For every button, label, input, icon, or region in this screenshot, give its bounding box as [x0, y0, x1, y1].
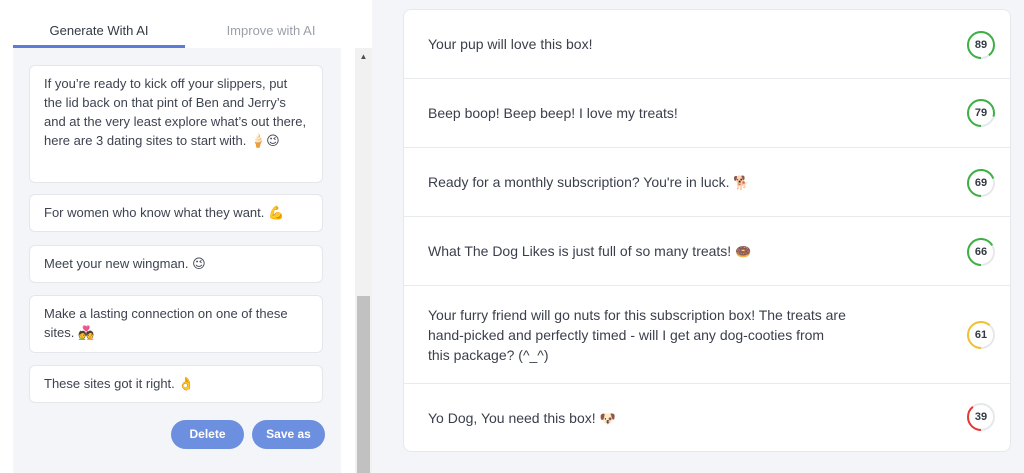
generated-card[interactable]: If you’re ready to kick off your slipper…	[29, 65, 323, 183]
card-emoji: 😉	[192, 257, 206, 272]
card-emoji: 🍦😉	[249, 134, 280, 149]
save-as-button[interactable]: Save as	[252, 420, 325, 449]
card-text: For women who know what they want.	[44, 205, 265, 220]
result-row[interactable]: Beep boop! Beep beep! I love my treats! …	[404, 79, 1010, 148]
scroll-thumb[interactable]	[357, 296, 370, 473]
score-gauge: 69	[966, 168, 996, 198]
generator-panel: Generate With AI Improve with AI If you’…	[0, 0, 372, 473]
result-text: What The Dog Likes is just full of so ma…	[428, 243, 752, 260]
result-row[interactable]: Your furry friend will go nuts for this …	[404, 286, 1010, 384]
card-text: These sites got it right.	[44, 376, 175, 391]
generated-card[interactable]: Make a lasting connection on one of thes…	[29, 295, 323, 353]
card-emoji: 👌	[178, 377, 195, 392]
score-gauge: 39	[966, 402, 996, 432]
result-row[interactable]: Ready for a monthly subscription? You're…	[404, 148, 1010, 217]
result-row[interactable]: Yo Dog, You need this box! 🐶 39	[404, 384, 1010, 451]
card-emoji: 💑	[77, 326, 95, 341]
result-row[interactable]: Your pup will love this box! 89	[404, 10, 1010, 79]
result-row[interactable]: What The Dog Likes is just full of so ma…	[404, 217, 1010, 286]
generated-card[interactable]: These sites got it right. 👌	[29, 365, 323, 403]
result-text: Beep boop! Beep beep! I love my treats!	[428, 105, 678, 121]
tab-generate-with-ai[interactable]: Generate With AI	[13, 0, 185, 48]
generated-card[interactable]: Meet your new wingman. 😉	[29, 245, 323, 283]
score-gauge: 66	[966, 237, 996, 267]
result-text: Yo Dog, You need this box! 🐶	[428, 410, 616, 427]
tab-bar: Generate With AI Improve with AI	[13, 0, 353, 48]
score-gauge: 61	[966, 320, 996, 350]
delete-button[interactable]: Delete	[171, 420, 244, 449]
result-text: Your pup will love this box!	[428, 36, 593, 52]
results-list: Your pup will love this box! 89 Beep boo…	[403, 9, 1011, 452]
score-gauge: 79	[966, 98, 996, 128]
score-gauge: 89	[966, 30, 996, 60]
scrollbar[interactable]: ▲	[355, 48, 372, 473]
card-emoji: 💪	[268, 206, 285, 221]
scroll-up-arrow-icon[interactable]: ▲	[355, 48, 372, 65]
tab-improve-with-ai[interactable]: Improve with AI	[185, 0, 357, 48]
generated-list: If you’re ready to kick off your slipper…	[13, 48, 341, 473]
result-text: Your furry friend will go nuts for this …	[428, 307, 846, 363]
result-text: Ready for a monthly subscription? You're…	[428, 174, 750, 191]
card-text: Meet your new wingman.	[44, 256, 189, 271]
generated-card[interactable]: For women who know what they want. 💪	[29, 194, 323, 232]
